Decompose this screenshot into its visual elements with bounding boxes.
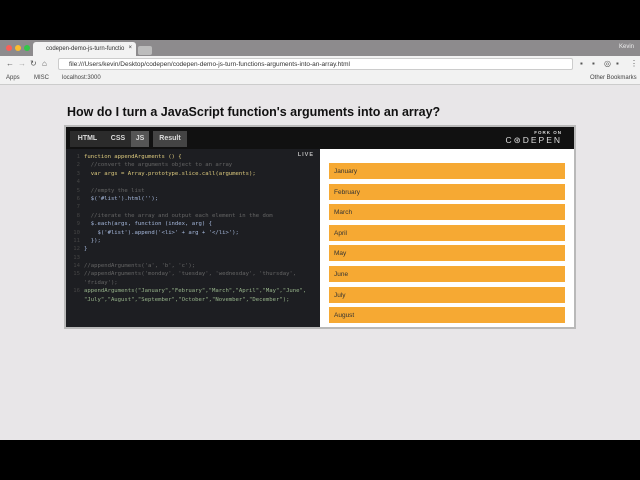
tab-html[interactable]: HTML <box>70 131 105 147</box>
code-text: //appendArguments('monday', 'tuesday', '… <box>84 271 297 278</box>
menu-icon[interactable]: ⋮ <box>630 59 638 68</box>
page-content: How do I turn a JavaScript function's ar… <box>0 85 640 440</box>
line-number: 3 <box>76 170 80 177</box>
home-icon[interactable]: ⌂ <box>42 59 47 68</box>
code-line: 8 //iterate the array and output each el… <box>66 212 320 220</box>
line-number: 12 <box>73 246 80 253</box>
list-item: May <box>329 245 565 262</box>
list-item: February <box>329 183 565 200</box>
tab-bar: codepen-demo-js-turn-functio × Kevin <box>0 40 640 56</box>
line-number: 10 <box>73 229 80 236</box>
result-pane: January February March April May June July Augu… <box>320 149 574 327</box>
extension-icon[interactable]: ▪ <box>616 59 619 68</box>
code-text: $.each(args, function (index, arg) { <box>84 221 212 228</box>
code-line: 16 appendArguments("January","February","… <box>66 287 320 295</box>
back-icon[interactable]: ← <box>6 59 14 68</box>
list-item: April <box>329 224 565 241</box>
bookmark-localhost[interactable]: localhost:3000 <box>62 75 101 81</box>
bookmark-misc[interactable]: MISC <box>34 75 49 81</box>
code-line: 'friday'); <box>66 279 320 287</box>
code-line: 6 $('#list').html(''); <box>66 195 320 203</box>
code-text: }); <box>84 237 101 244</box>
fork-on-codepen-link[interactable]: FORK ON C⊛DEPEN <box>505 130 562 146</box>
line-number: 15 <box>73 271 80 278</box>
code-text: //appendArguments('a', 'b', 'c'); <box>84 263 196 270</box>
code-line: 14 //appendArguments('a', 'b', 'c'); <box>66 262 320 270</box>
line-number <box>66 296 84 304</box>
code-text: //iterate the array and output each elem… <box>84 212 273 219</box>
code-line: 13 <box>66 254 320 262</box>
nav-bar: ← → ↻ ⌂ file:///Users/kevin/Desktop/code… <box>0 56 640 72</box>
maximize-window-button[interactable] <box>24 45 30 51</box>
other-bookmarks[interactable]: Other Bookmarks <box>590 75 637 81</box>
code-text: } <box>84 246 88 253</box>
line-number: 6 <box>76 195 80 202</box>
tab-result[interactable]: Result <box>153 131 187 147</box>
code-editor[interactable]: LIVE 1 function appendArguments () {2 //c… <box>66 149 320 327</box>
bookmark-apps[interactable]: Apps <box>6 75 20 81</box>
code-line: 12} <box>66 245 320 253</box>
list-item: March <box>329 204 565 221</box>
live-indicator: LIVE <box>297 152 314 158</box>
list-item: July <box>329 286 565 303</box>
code-line: 1 function appendArguments () { <box>66 153 320 161</box>
code-line: 10 $('#list').append('<li>' + arg + '</l… <box>66 229 320 237</box>
line-number: 11 <box>73 237 80 244</box>
code-line: 11 }); <box>66 237 320 245</box>
code-text: $('#list').html(''); <box>84 195 159 202</box>
line-number: 1 <box>76 154 80 160</box>
line-number: 4 <box>76 179 80 186</box>
code-line: 7 <box>66 203 320 211</box>
code-text: $('#list').append('<li>' + arg + '</li>'… <box>84 229 239 236</box>
forward-icon[interactable]: → <box>18 59 26 68</box>
profile-name[interactable]: Kevin <box>619 44 634 50</box>
list-item: January <box>329 163 565 179</box>
new-tab-button[interactable] <box>138 46 152 55</box>
code-line: 9 $.each(args, function (index, arg) { <box>66 220 320 228</box>
line-number: 8 <box>76 212 80 219</box>
extension-icon[interactable]: ◎ <box>604 59 611 68</box>
extension-icon[interactable]: ▪ <box>592 59 595 68</box>
code-text: appendArguments("January","February","Ma… <box>84 288 307 295</box>
code-line: 2 //convert the arguments object to an a… <box>66 161 320 169</box>
code-line: 5 //empty the list <box>66 187 320 195</box>
address-bar[interactable]: file:///Users/kevin/Desktop/codepen/code… <box>58 58 573 70</box>
code-text: //convert the arguments object to an arr… <box>84 162 233 169</box>
code-text: var args = Array.prototype.slice.call(ar… <box>84 170 256 177</box>
tab-css[interactable]: CSS <box>105 131 131 147</box>
line-number: 14 <box>73 263 80 270</box>
line-number: 5 <box>76 187 80 194</box>
tab-js[interactable]: JS <box>131 131 149 147</box>
browser-tab[interactable]: codepen-demo-js-turn-functio × <box>33 42 136 56</box>
code-line: 4 <box>66 178 320 186</box>
minimize-window-button[interactable] <box>15 45 21 51</box>
line-number: 2 <box>76 162 80 169</box>
code-text: //empty the list <box>84 187 145 194</box>
list-item: June <box>329 266 565 282</box>
bookmarks-bar: Apps MISC localhost:3000 Other Bookmarks <box>0 72 640 85</box>
embed-header: HTML CSS JS Result FORK ON C⊛DEPEN <box>66 127 574 149</box>
line-number: 16 <box>73 288 80 295</box>
codepen-embed: HTML CSS JS Result FORK ON C⊛DEPEN LIVE … <box>64 125 576 329</box>
letterbox-bottom <box>0 440 640 480</box>
code-text: function appendArguments () { <box>84 154 182 160</box>
code-line: 3 var args = Array.prototype.slice.call(… <box>66 170 320 178</box>
line-number: 13 <box>73 254 80 261</box>
extension-icon[interactable]: ▪ <box>580 59 583 68</box>
code-line: "July","August","September","October","N… <box>66 296 320 304</box>
line-number: 7 <box>76 204 80 211</box>
codepen-logo: C⊛DEPEN <box>505 135 562 145</box>
browser-chrome: codepen-demo-js-turn-functio × Kevin ← → … <box>0 40 640 85</box>
code-text: 'friday'); <box>84 279 118 286</box>
page-title: How do I turn a JavaScript function's ar… <box>67 105 441 119</box>
list-item: August <box>329 307 565 324</box>
tab-close-icon[interactable]: × <box>128 45 132 51</box>
code-text: "July","August","September","October","N… <box>84 296 290 303</box>
line-number <box>66 279 84 287</box>
line-number: 9 <box>76 221 80 228</box>
code-line: 15 //appendArguments('monday', 'tuesday',… <box>66 270 320 278</box>
tab-title: codepen-demo-js-turn-functio <box>46 46 125 52</box>
close-window-button[interactable] <box>6 45 12 51</box>
reload-icon[interactable]: ↻ <box>30 59 37 68</box>
